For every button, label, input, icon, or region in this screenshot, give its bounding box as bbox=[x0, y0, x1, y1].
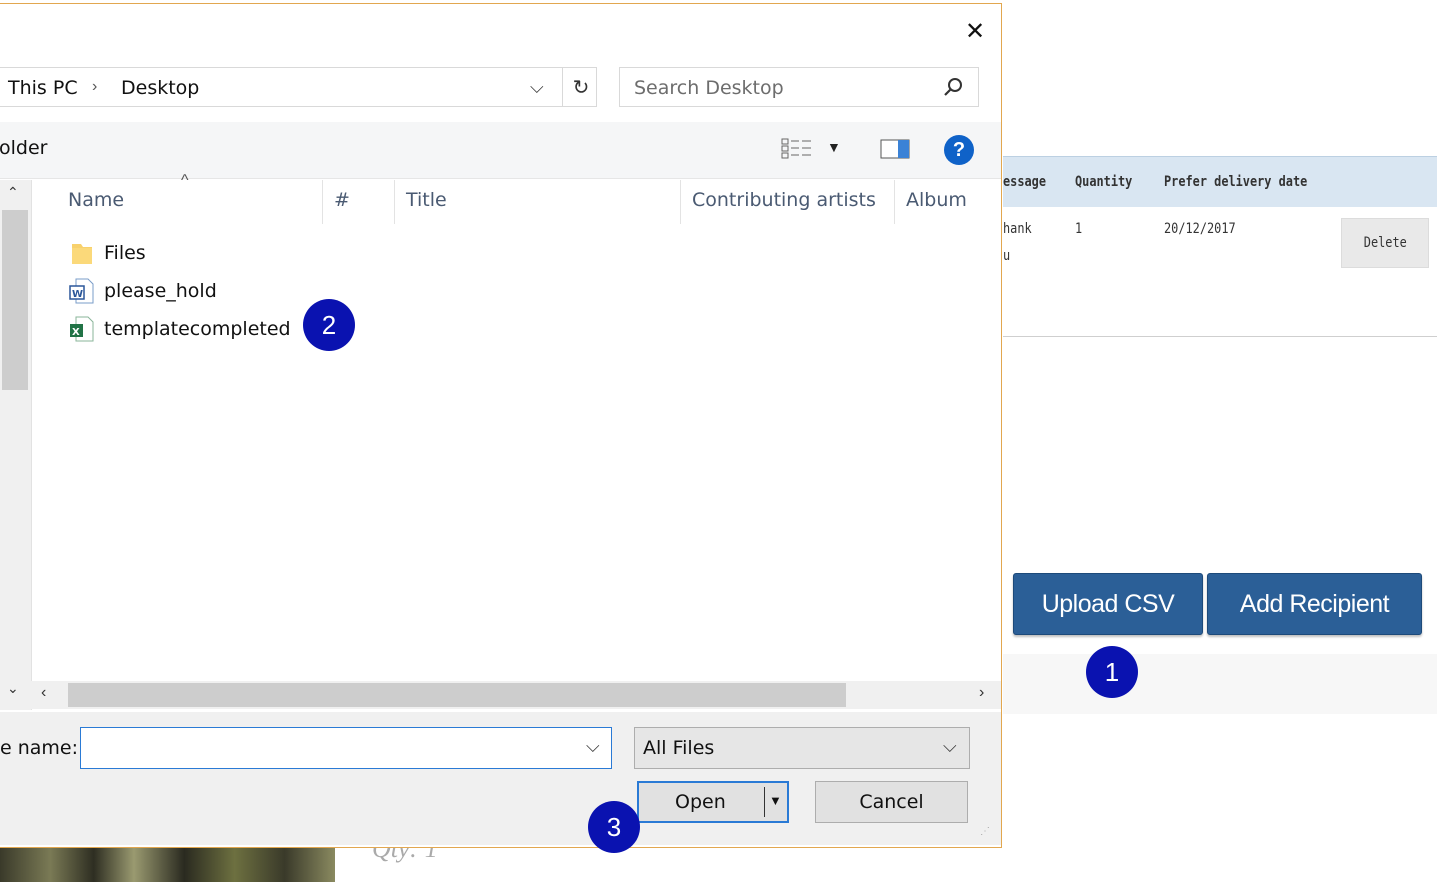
chevron-down-icon[interactable]: ⌵ bbox=[586, 736, 600, 757]
chevron-right-icon: › bbox=[92, 78, 98, 95]
open-button-label: Open bbox=[675, 791, 726, 813]
column-header-message: essage bbox=[1003, 174, 1046, 190]
column-title-label: Title bbox=[406, 189, 447, 211]
refresh-icon[interactable]: ↻ bbox=[562, 68, 599, 106]
column-header-album[interactable]: Album bbox=[906, 180, 996, 226]
close-icon[interactable]: ✕ bbox=[963, 20, 987, 44]
column-divider bbox=[322, 180, 323, 224]
file-name: please_hold bbox=[104, 280, 217, 302]
svg-text:X: X bbox=[72, 327, 80, 338]
file-type-value: All Files bbox=[643, 737, 715, 759]
scroll-up-icon[interactable]: ⌃ bbox=[7, 184, 19, 201]
excel-file-icon: X bbox=[70, 316, 94, 342]
button-strip bbox=[1003, 654, 1437, 714]
new-folder-button[interactable]: older bbox=[0, 137, 47, 159]
view-dropdown-icon[interactable]: ▼ bbox=[827, 139, 841, 155]
cell-message-cont: u bbox=[1003, 248, 1011, 264]
word-document-icon: W bbox=[69, 278, 94, 304]
file-name: templatecompleted bbox=[104, 318, 291, 340]
file-name-input[interactable] bbox=[81, 728, 571, 768]
sort-ascending-icon: ^ bbox=[181, 172, 189, 189]
file-name: Files bbox=[104, 242, 146, 264]
nav-pane-scrollbar[interactable]: ⌃ ⌄ bbox=[0, 180, 32, 710]
list-item[interactable]: W please_hold bbox=[68, 274, 217, 308]
svg-text:W: W bbox=[72, 289, 83, 300]
command-bar: older ▼ ? bbox=[0, 122, 1001, 179]
search-icon[interactable] bbox=[942, 76, 964, 98]
delete-button-label: Delete bbox=[1363, 235, 1407, 251]
resize-grip-icon[interactable]: ⋰ bbox=[980, 826, 990, 837]
scroll-right-icon[interactable]: › bbox=[979, 684, 984, 702]
file-type-select[interactable]: All Files ⌵ bbox=[634, 727, 970, 769]
step-marker-2: 2 bbox=[303, 299, 355, 351]
horizontal-scrollbar[interactable]: ‹ › bbox=[31, 681, 1001, 709]
column-header-number[interactable]: # bbox=[334, 180, 389, 226]
upload-csv-button[interactable]: Upload CSV bbox=[1013, 573, 1203, 635]
split-divider bbox=[764, 787, 765, 817]
column-divider bbox=[394, 180, 395, 224]
column-header-delivery-date: Prefer delivery date bbox=[1164, 174, 1308, 190]
help-icon[interactable]: ? bbox=[944, 135, 974, 165]
preview-pane-icon[interactable] bbox=[880, 138, 910, 160]
list-item[interactable]: X templatecompleted bbox=[68, 312, 291, 346]
cell-delivery-date: 20/12/2017 bbox=[1164, 221, 1236, 237]
column-header-title[interactable]: Title bbox=[406, 180, 676, 226]
file-name-label: e name: bbox=[0, 737, 79, 759]
step-marker-1: 1 bbox=[1086, 646, 1138, 698]
view-options-icon[interactable] bbox=[781, 138, 815, 160]
delete-button[interactable]: Delete bbox=[1341, 218, 1429, 268]
cell-message: hank bbox=[1003, 221, 1032, 237]
address-bar[interactable]: This PC › Desktop ⌵ ↻ bbox=[0, 67, 597, 107]
search-placeholder: Search Desktop bbox=[634, 77, 784, 99]
cell-quantity: 1 bbox=[1075, 221, 1083, 237]
column-header-contributing-artists[interactable]: Contributing artists bbox=[692, 180, 887, 226]
scroll-down-icon[interactable]: ⌄ bbox=[7, 680, 19, 697]
product-photo bbox=[0, 846, 335, 882]
table-header: essage Quantity Prefer delivery date bbox=[1003, 156, 1437, 207]
scroll-thumb[interactable] bbox=[2, 210, 28, 390]
chevron-down-icon[interactable]: ⌵ bbox=[530, 77, 544, 98]
open-button[interactable]: Open ▼ bbox=[637, 781, 789, 823]
recipients-table: essage Quantity Prefer delivery date han… bbox=[1003, 156, 1437, 337]
open-dropdown-icon[interactable]: ▼ bbox=[769, 793, 782, 808]
column-album-label: Album bbox=[906, 189, 967, 211]
search-input[interactable]: Search Desktop bbox=[619, 67, 979, 107]
add-recipient-button[interactable]: Add Recipient bbox=[1207, 573, 1422, 635]
list-item[interactable]: Files bbox=[68, 236, 146, 270]
scroll-left-icon[interactable]: ‹ bbox=[41, 684, 46, 702]
column-header-quantity: Quantity bbox=[1075, 174, 1133, 190]
horizontal-scroll-thumb[interactable] bbox=[68, 683, 846, 707]
column-number-label: # bbox=[334, 189, 350, 211]
column-header-name[interactable]: Name bbox=[68, 180, 318, 226]
column-divider bbox=[894, 180, 895, 224]
breadcrumb-desktop[interactable]: Desktop bbox=[121, 77, 199, 99]
folder-icon bbox=[72, 244, 92, 264]
column-artists-label: Contributing artists bbox=[692, 189, 876, 211]
step-marker-3: 3 bbox=[588, 801, 640, 853]
cancel-button[interactable]: Cancel bbox=[815, 781, 968, 823]
file-name-field[interactable]: ⌵ bbox=[80, 727, 612, 769]
column-divider bbox=[680, 180, 681, 224]
chevron-down-icon[interactable]: ⌵ bbox=[943, 736, 957, 757]
breadcrumb-this-pc[interactable]: This PC bbox=[8, 77, 78, 99]
column-name-label: Name bbox=[68, 189, 125, 211]
